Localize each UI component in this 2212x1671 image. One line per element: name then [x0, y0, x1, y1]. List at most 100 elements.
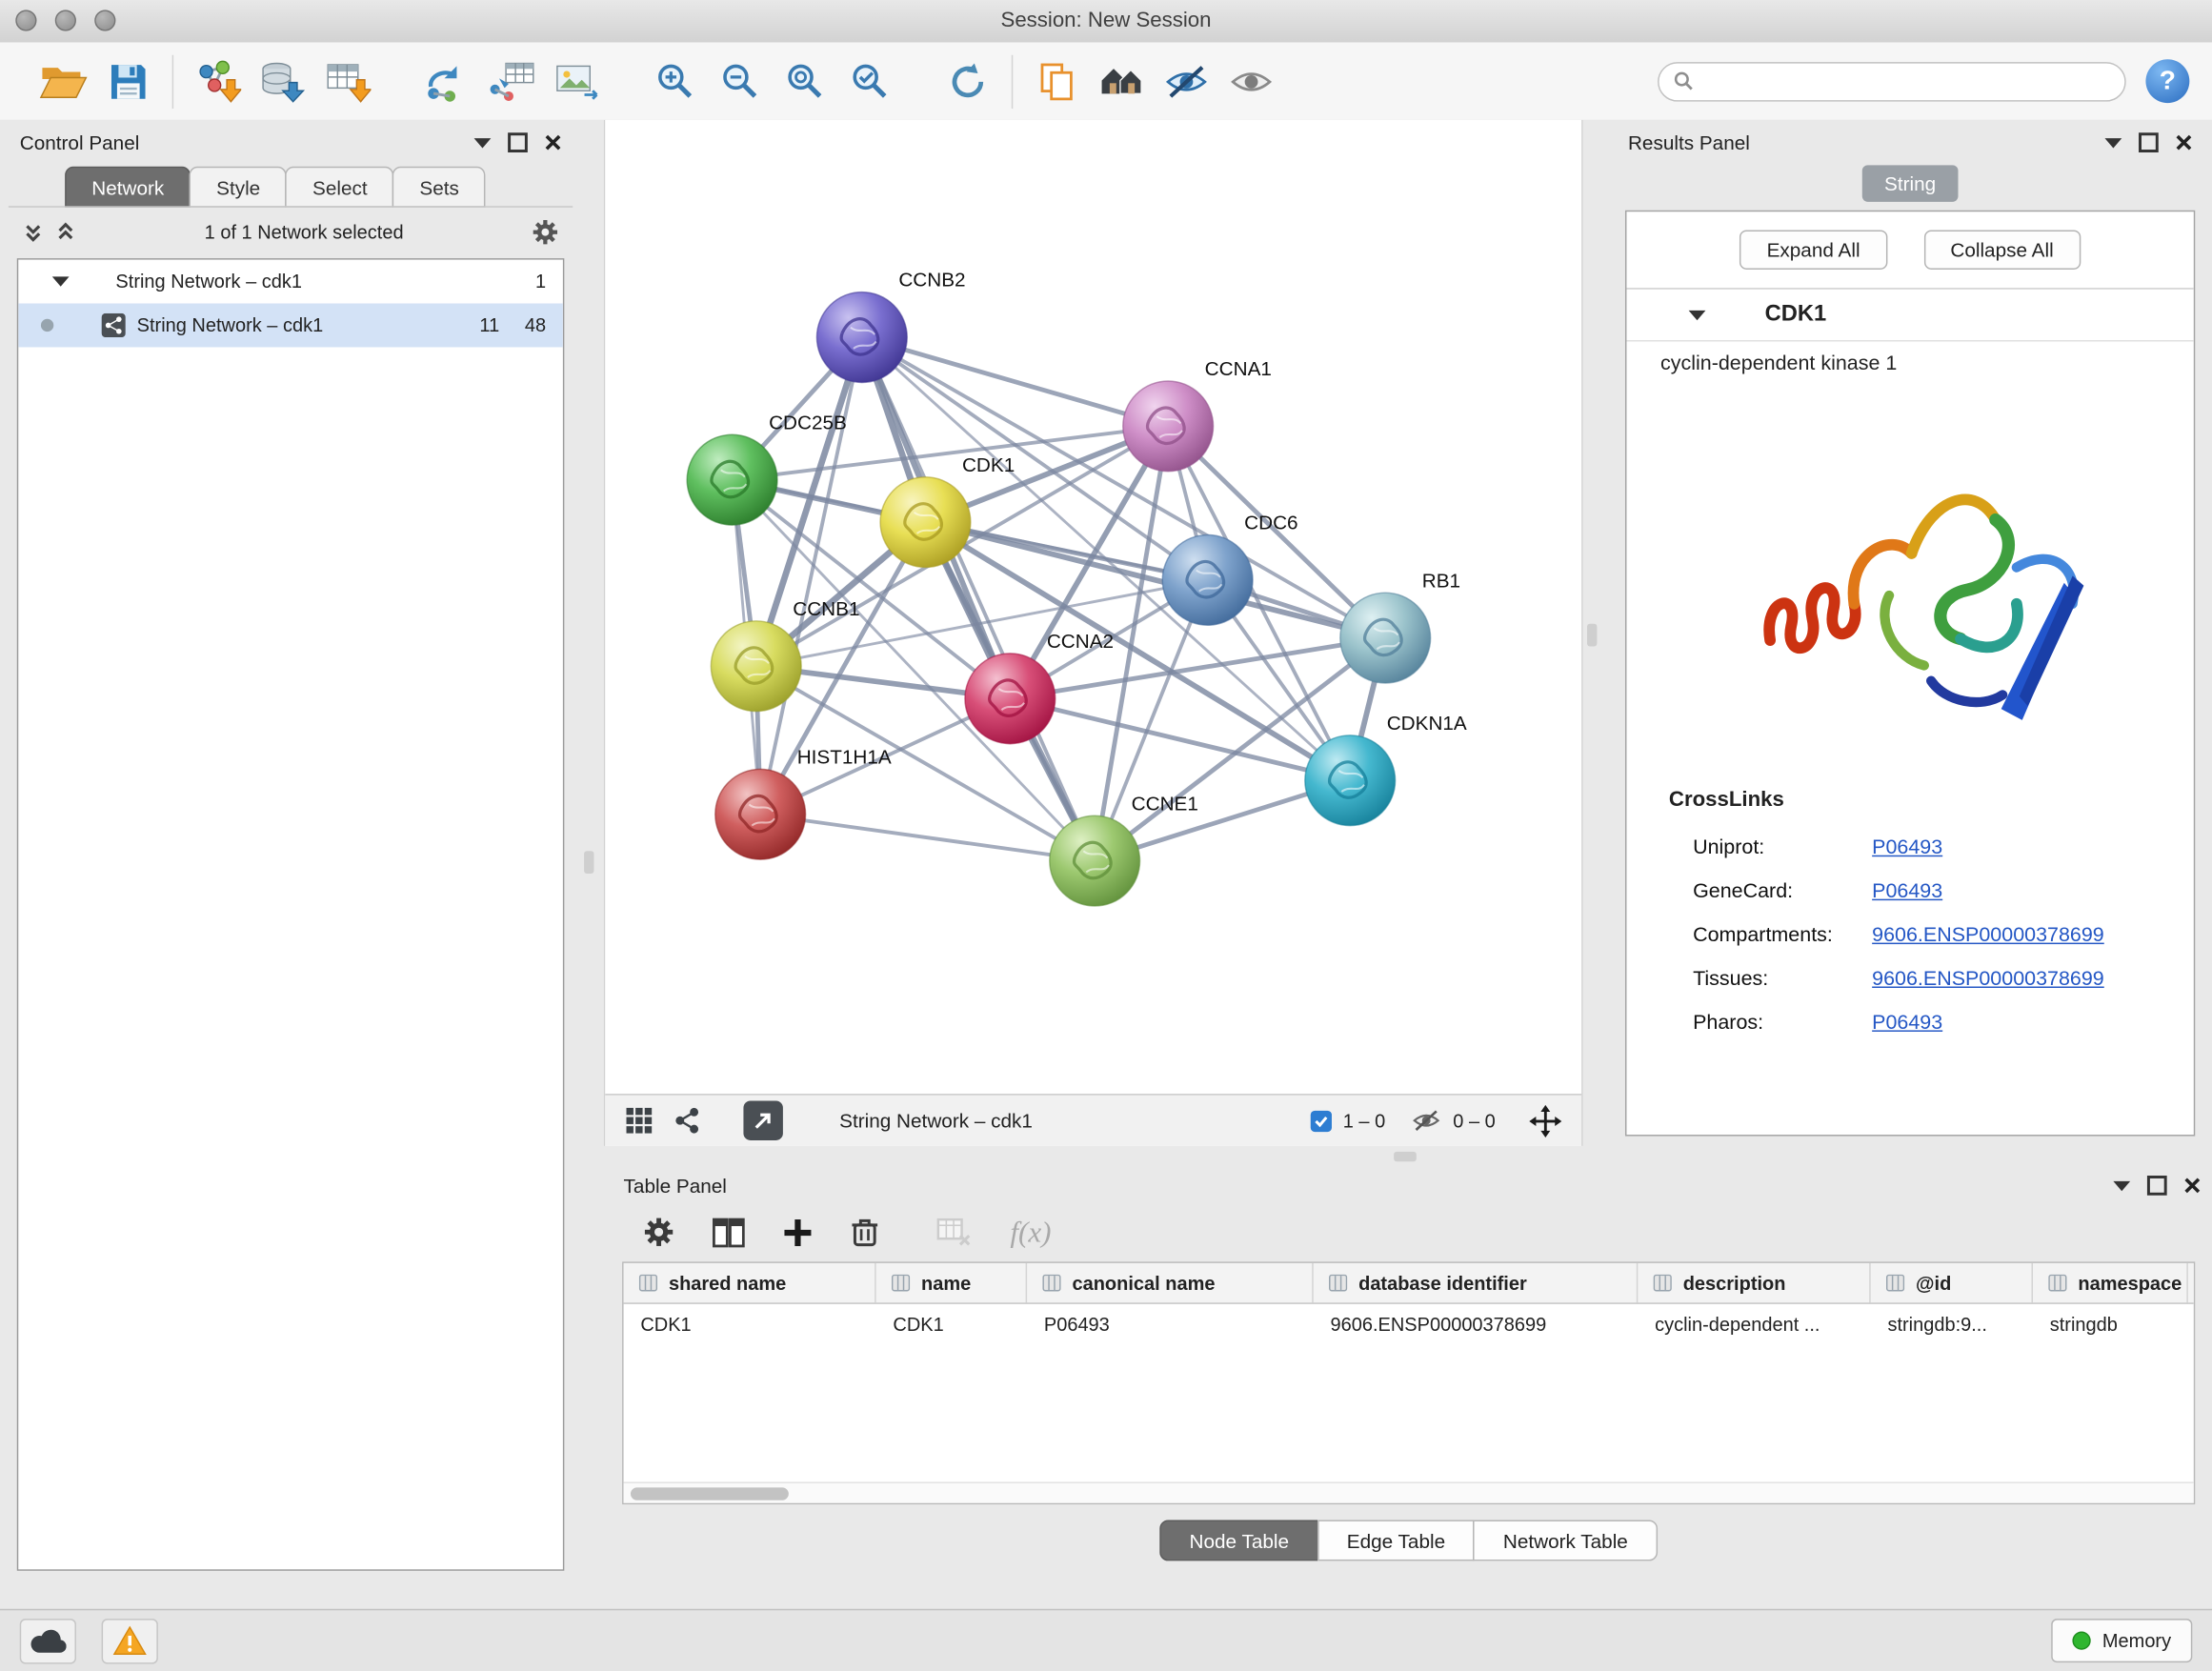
import-table-icon[interactable]: [314, 50, 379, 112]
expand-all-button[interactable]: Expand All: [1739, 230, 1886, 269]
panel-close-icon[interactable]: [2176, 134, 2193, 151]
panel-float-icon[interactable]: [2139, 132, 2159, 152]
delete-column-icon[interactable]: [851, 1217, 879, 1248]
splitter-handle[interactable]: [1394, 1152, 1417, 1161]
import-network-database-icon[interactable]: [250, 50, 314, 112]
network-node-CCNA1[interactable]: CCNA1: [1123, 358, 1272, 472]
table-options-gear-icon[interactable]: [643, 1217, 674, 1248]
tab-node-table[interactable]: Node Table: [1159, 1520, 1318, 1560]
expand-all-networks-icon[interactable]: [23, 221, 44, 242]
column-header-database-identifier[interactable]: database identifier: [1314, 1263, 1639, 1302]
panel-menu-icon[interactable]: [474, 137, 492, 147]
collapse-all-button[interactable]: Collapse All: [1923, 230, 2081, 269]
column-header-shared-name[interactable]: shared name: [624, 1263, 876, 1302]
table-cell[interactable]: stringdb:9...: [1871, 1304, 2033, 1343]
search-box[interactable]: [1658, 61, 2126, 100]
network-node-CCNB2[interactable]: CCNB2: [816, 270, 965, 383]
tree-expand-icon[interactable]: [52, 276, 70, 286]
crosslink-tissues-link[interactable]: 9606.ENSP00000378699: [1872, 967, 2104, 990]
network-edge[interactable]: [760, 815, 1095, 861]
splitter-handle[interactable]: [1587, 624, 1597, 647]
network-edge[interactable]: [862, 337, 1095, 861]
results-panel-title: Results Panel: [1628, 131, 1750, 154]
export-network-icon[interactable]: [743, 1100, 782, 1139]
column-header-name[interactable]: name: [876, 1263, 1027, 1302]
network-options-gear-icon[interactable]: [532, 218, 558, 245]
pan-move-icon[interactable]: [1529, 1104, 1561, 1137]
column-header--id[interactable]: @id: [1871, 1263, 2033, 1302]
show-all-icon[interactable]: [1218, 50, 1283, 112]
panel-float-icon[interactable]: [508, 132, 528, 152]
network-edge[interactable]: [760, 337, 862, 815]
section-collapse-icon[interactable]: [1689, 310, 1706, 319]
crosslink-compartments-link[interactable]: 9606.ENSP00000378699: [1872, 924, 2104, 947]
network-node-RB1[interactable]: RB1: [1340, 570, 1460, 683]
network-node-CCNB1[interactable]: CCNB1: [711, 598, 859, 712]
panel-menu-icon[interactable]: [2113, 1180, 2130, 1190]
tab-sets[interactable]: Sets: [392, 167, 486, 208]
network-row-selected[interactable]: String Network – cdk1 11 48: [18, 304, 563, 348]
crosslink-pharos-link[interactable]: P06493: [1872, 1011, 1942, 1034]
cloud-status-icon[interactable]: [20, 1618, 76, 1662]
hide-selected-icon[interactable]: [1154, 50, 1218, 112]
network-edge[interactable]: [862, 337, 1168, 426]
scrollbar-thumb[interactable]: [631, 1487, 789, 1500]
table-horizontal-scrollbar[interactable]: [624, 1481, 2194, 1502]
tab-edge-table[interactable]: Edge Table: [1317, 1520, 1476, 1560]
tab-network[interactable]: Network: [65, 167, 191, 208]
clone-network-icon[interactable]: [413, 50, 478, 112]
collection-label: String Network – cdk1: [115, 271, 302, 292]
panel-menu-icon[interactable]: [2105, 137, 2122, 147]
export-image-icon[interactable]: [543, 50, 608, 112]
show-columns-icon[interactable]: [713, 1218, 745, 1247]
network-node-CDKN1A[interactable]: CDKN1A: [1305, 713, 1467, 826]
add-column-icon[interactable]: [783, 1218, 813, 1247]
network-view-title: String Network – cdk1: [839, 1109, 1033, 1132]
warning-icon[interactable]: [102, 1618, 158, 1662]
crosslink-genecard-link[interactable]: P06493: [1872, 880, 1942, 903]
zoom-out-icon[interactable]: [707, 50, 772, 112]
import-network-file-icon[interactable]: [185, 50, 250, 112]
network-canvas[interactable]: CCNB2CCNA1CDC25BCDK1CDC6RB1CCNB1CCNA2CDK…: [605, 120, 1581, 1094]
table-row[interactable]: CDK1CDK1P064939606.ENSP00000378699cyclin…: [624, 1304, 2194, 1343]
open-session-icon[interactable]: [31, 50, 96, 112]
panel-close-icon[interactable]: [2183, 1177, 2201, 1194]
splitter-handle[interactable]: [584, 851, 593, 874]
table-cell[interactable]: 9606.ENSP00000378699: [1314, 1304, 1639, 1343]
home-birdseye-icon[interactable]: [1089, 50, 1154, 112]
table-cell[interactable]: cyclin-dependent ...: [1638, 1304, 1870, 1343]
column-header-description[interactable]: description: [1638, 1263, 1870, 1302]
selected-nodes-checkbox-icon[interactable]: [1311, 1110, 1332, 1131]
table-cell[interactable]: stringdb: [2033, 1304, 2188, 1343]
refresh-view-icon[interactable]: [935, 50, 1000, 112]
network-node-CDK1[interactable]: CDK1: [880, 454, 1015, 568]
help-icon[interactable]: ?: [2145, 59, 2189, 103]
birdseye-view-icon[interactable]: [673, 1106, 701, 1135]
table-cell[interactable]: CDK1: [624, 1304, 876, 1343]
string-dock-tab[interactable]: String: [1861, 165, 1959, 202]
crosslink-uniprot-link[interactable]: P06493: [1872, 836, 1942, 859]
zoom-in-icon[interactable]: [642, 50, 707, 112]
panel-close-icon[interactable]: [545, 134, 562, 151]
network-collection-row[interactable]: String Network – cdk1 1: [18, 260, 563, 304]
grid-view-icon[interactable]: [625, 1106, 654, 1135]
column-header-canonical-name[interactable]: canonical name: [1027, 1263, 1314, 1302]
zoom-fit-icon[interactable]: [772, 50, 836, 112]
gene-section-header[interactable]: CDK1: [1626, 290, 2193, 342]
save-session-icon[interactable]: [96, 50, 161, 112]
tab-select[interactable]: Select: [286, 167, 394, 208]
copy-document-icon[interactable]: [1024, 50, 1089, 112]
network-node-HIST1H1A[interactable]: HIST1H1A: [715, 746, 892, 859]
memory-button[interactable]: Memory: [2052, 1619, 2193, 1662]
network-from-table-icon[interactable]: [478, 50, 543, 112]
column-header-namespace[interactable]: namespace: [2033, 1263, 2188, 1302]
hidden-eye-icon[interactable]: [1411, 1108, 1442, 1134]
zoom-selected-icon[interactable]: [836, 50, 901, 112]
panel-float-icon[interactable]: [2147, 1176, 2167, 1196]
tab-style[interactable]: Style: [190, 167, 287, 208]
search-input[interactable]: [1702, 70, 2110, 93]
table-cell[interactable]: P06493: [1027, 1304, 1314, 1343]
collapse-all-networks-icon[interactable]: [55, 221, 76, 242]
table-cell[interactable]: CDK1: [876, 1304, 1027, 1343]
tab-network-table[interactable]: Network Table: [1474, 1520, 1658, 1560]
